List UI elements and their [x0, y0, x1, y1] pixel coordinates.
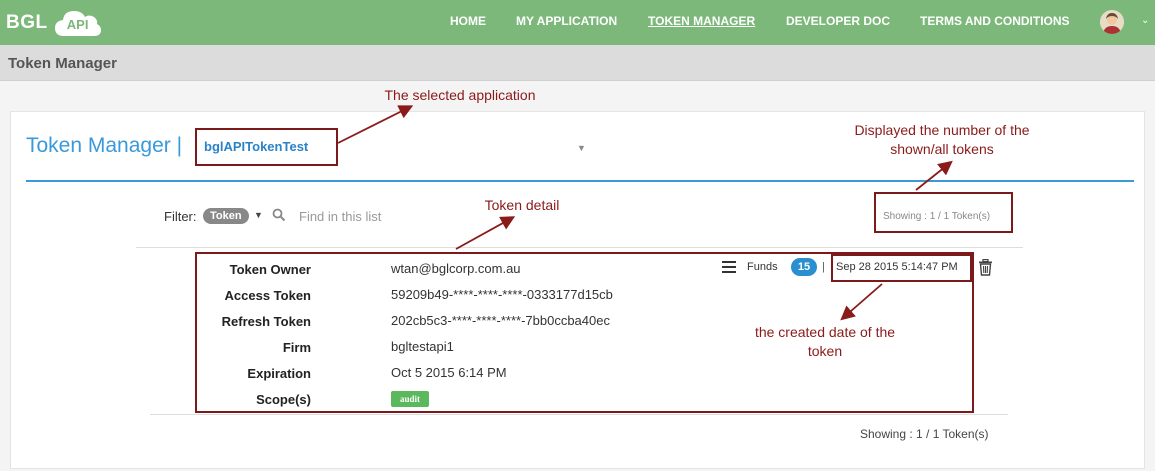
annotation-arrows	[337, 105, 953, 321]
